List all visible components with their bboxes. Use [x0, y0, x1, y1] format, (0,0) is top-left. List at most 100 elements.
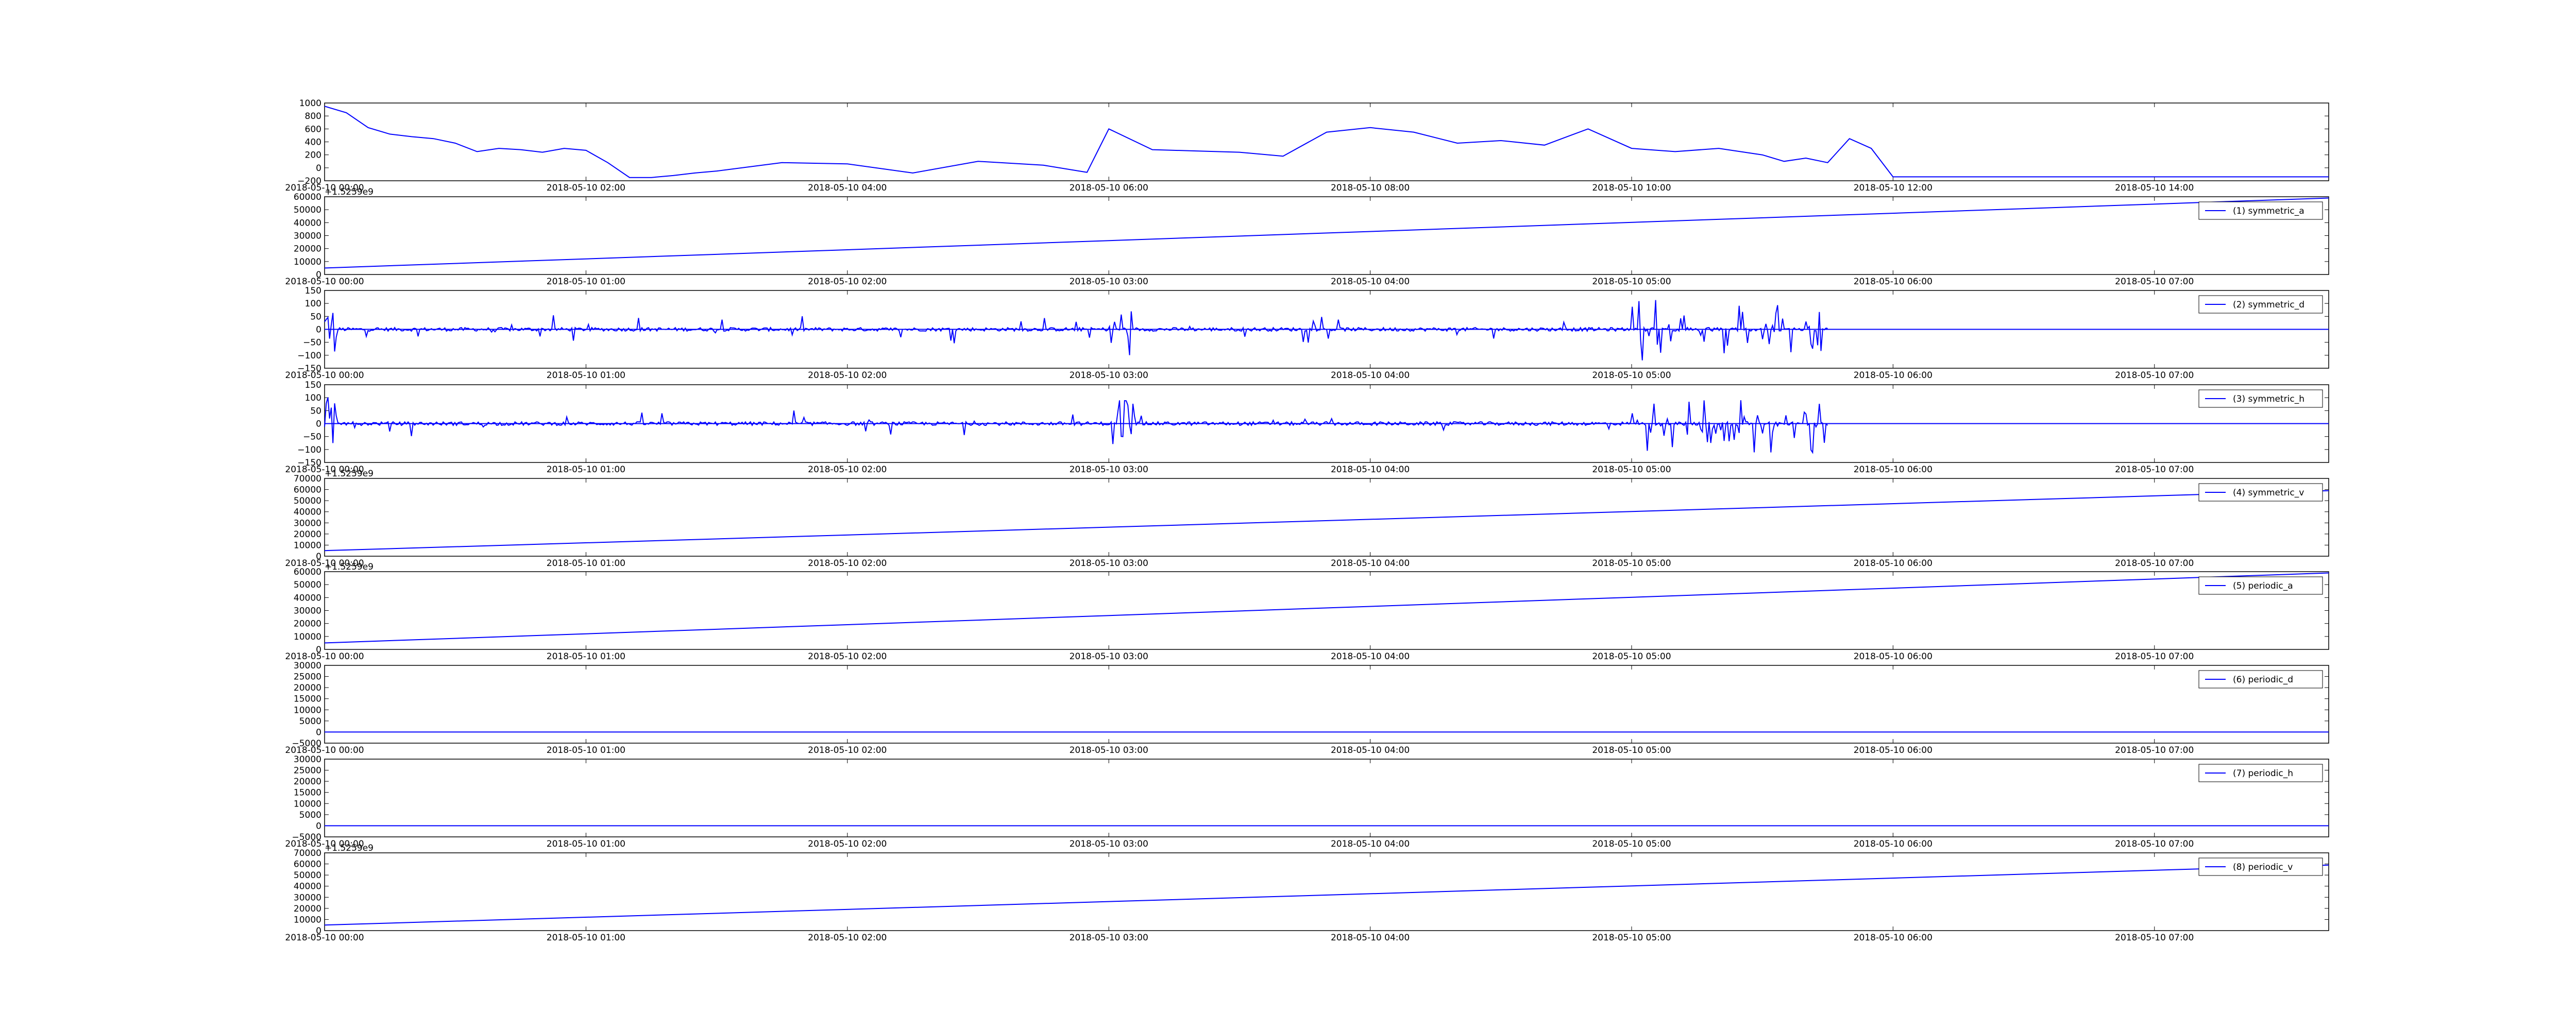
x-tick-label: 2018-05-10 04:00 [1331, 839, 1410, 849]
y-tick-label: 20000 [294, 529, 321, 540]
y-tick-label: −50 [303, 432, 321, 442]
x-tick-label: 2018-05-10 03:00 [1070, 933, 1148, 943]
subplot-2 [324, 196, 2329, 275]
x-tick-label: 2018-05-10 00:00 [285, 370, 364, 381]
x-tick-label: 2018-05-10 05:00 [1592, 277, 1671, 287]
axes-frame [324, 852, 2329, 931]
x-tick-label: 2018-05-10 02:00 [808, 558, 887, 569]
y-tick-label: 150 [305, 286, 321, 296]
x-tick-label: 2018-05-10 07:00 [2115, 465, 2194, 475]
x-tick-label: 2018-05-10 05:00 [1592, 933, 1671, 943]
x-tick-label: 2018-05-10 01:00 [547, 558, 625, 569]
y-tick-label: 30000 [294, 892, 321, 903]
y-tick-label: 5000 [299, 716, 321, 727]
subplot-9 [324, 852, 2329, 931]
x-tick-label: 2018-05-10 06:00 [1854, 465, 1933, 475]
legend-label: (2) symmetric_d [2233, 300, 2304, 310]
x-tick-label: 2018-05-10 07:00 [2115, 839, 2194, 849]
y-tick-label: 30000 [294, 661, 321, 671]
y-tick-label: 50000 [294, 496, 321, 506]
y-tick-label: 20000 [294, 244, 321, 254]
x-tick-label: 2018-05-10 06:00 [1854, 839, 1933, 849]
y-tick-label: 15000 [294, 694, 321, 705]
y-tick-label: 10000 [294, 915, 321, 925]
legend-label: (8) periodic_v [2233, 862, 2293, 872]
y-tick-label: 0 [316, 163, 321, 174]
x-tick-label: 2018-05-10 04:00 [1331, 370, 1410, 381]
x-tick-label: 2018-05-10 04:00 [1331, 465, 1410, 475]
legend-label: (4) symmetric_v [2233, 488, 2304, 498]
x-tick-label: 2018-05-10 06:00 [1854, 651, 1933, 662]
y-tick-label: 0 [316, 419, 321, 430]
x-tick-label: 2018-05-10 03:00 [1070, 277, 1148, 287]
y-tick-label: 600 [305, 124, 321, 134]
legend-label: (7) periodic_h [2233, 768, 2293, 779]
x-tick-label: 2018-05-10 04:00 [808, 183, 887, 193]
y-tick-label: 1000 [299, 98, 321, 109]
y-tick-label: 5000 [299, 810, 321, 820]
x-tick-label: 2018-05-10 00:00 [285, 745, 364, 756]
y-tick-label: 50000 [294, 205, 321, 215]
y-tick-label: 70000 [294, 848, 321, 859]
x-tick-label: 2018-05-10 07:00 [2115, 370, 2194, 381]
y-tick-label: 30000 [294, 518, 321, 528]
x-tick-label: 2018-05-10 00:00 [285, 651, 364, 662]
axes-frame [324, 759, 2329, 837]
y-tick-label: 100 [305, 299, 321, 309]
y-tick-label: 50 [310, 312, 321, 322]
x-tick-label: 2018-05-10 04:00 [1331, 558, 1410, 569]
x-tick-label: 2018-05-10 03:00 [1070, 465, 1148, 475]
x-tick-label: 2018-05-10 14:00 [2115, 183, 2194, 193]
x-tick-label: 2018-05-10 02:00 [808, 651, 887, 662]
y-tick-label: 40000 [294, 593, 321, 603]
x-tick-label: 2018-05-10 07:00 [2115, 277, 2194, 287]
y-tick-label: 0 [316, 325, 321, 335]
y-tick-label: 60000 [294, 567, 321, 577]
legend-label: (5) periodic_a [2233, 581, 2293, 591]
y-tick-label: 800 [305, 111, 321, 122]
x-tick-label: 2018-05-10 03:00 [1070, 745, 1148, 756]
x-tick-label: 2018-05-10 02:00 [808, 839, 887, 849]
x-tick-label: 2018-05-10 01:00 [547, 277, 625, 287]
x-tick-label: 2018-05-10 05:00 [1592, 839, 1671, 849]
y-tick-label: 10000 [294, 632, 321, 642]
y-tick-label: −100 [297, 445, 321, 455]
y-tick-label: 10000 [294, 540, 321, 551]
x-tick-label: 2018-05-10 03:00 [1070, 370, 1148, 381]
y-tick-label: 70000 [294, 474, 321, 484]
x-tick-label: 2018-05-10 03:00 [1070, 651, 1148, 662]
y-tick-label: 20000 [294, 777, 321, 787]
y-tick-label: 25000 [294, 672, 321, 682]
y-tick-label: 50000 [294, 870, 321, 881]
x-tick-label: 2018-05-10 04:00 [1331, 933, 1410, 943]
x-tick-label: 2018-05-10 01:00 [547, 465, 625, 475]
x-tick-label: 2018-05-10 03:00 [1070, 839, 1148, 849]
x-tick-label: 2018-05-10 04:00 [1331, 651, 1410, 662]
y-tick-label: 50 [310, 406, 321, 416]
axes-frame [324, 102, 2329, 181]
y-tick-label: 50000 [294, 580, 321, 590]
x-tick-label: 2018-05-10 07:00 [2115, 933, 2194, 943]
x-tick-label: 2018-05-10 00:00 [285, 933, 364, 943]
axes-frame [324, 478, 2329, 557]
x-tick-label: 2018-05-10 05:00 [1592, 465, 1671, 475]
y-tick-label: 10000 [294, 257, 321, 267]
subplot-1 [324, 102, 2329, 181]
x-tick-label: 2018-05-10 05:00 [1592, 558, 1671, 569]
subplot-4 [324, 384, 2329, 463]
y-tick-label: 40000 [294, 507, 321, 518]
y-tick-label: 10000 [294, 799, 321, 809]
x-offset-label: +1.5259e9 [325, 843, 374, 853]
legend-label: (3) symmetric_h [2233, 394, 2304, 404]
subplot-3 [324, 290, 2329, 369]
y-tick-label: 0 [316, 821, 321, 831]
y-tick-label: 60000 [294, 860, 321, 870]
y-tick-label: 20000 [294, 619, 321, 629]
x-tick-label: 2018-05-10 01:00 [547, 933, 625, 943]
x-offset-label: +1.5259e9 [325, 469, 374, 479]
y-tick-label: 40000 [294, 218, 321, 228]
y-tick-label: −100 [297, 351, 321, 361]
subplot-6 [324, 571, 2329, 650]
x-tick-label: 2018-05-10 06:00 [1854, 277, 1933, 287]
x-offset-label: +1.5259e9 [325, 562, 374, 572]
